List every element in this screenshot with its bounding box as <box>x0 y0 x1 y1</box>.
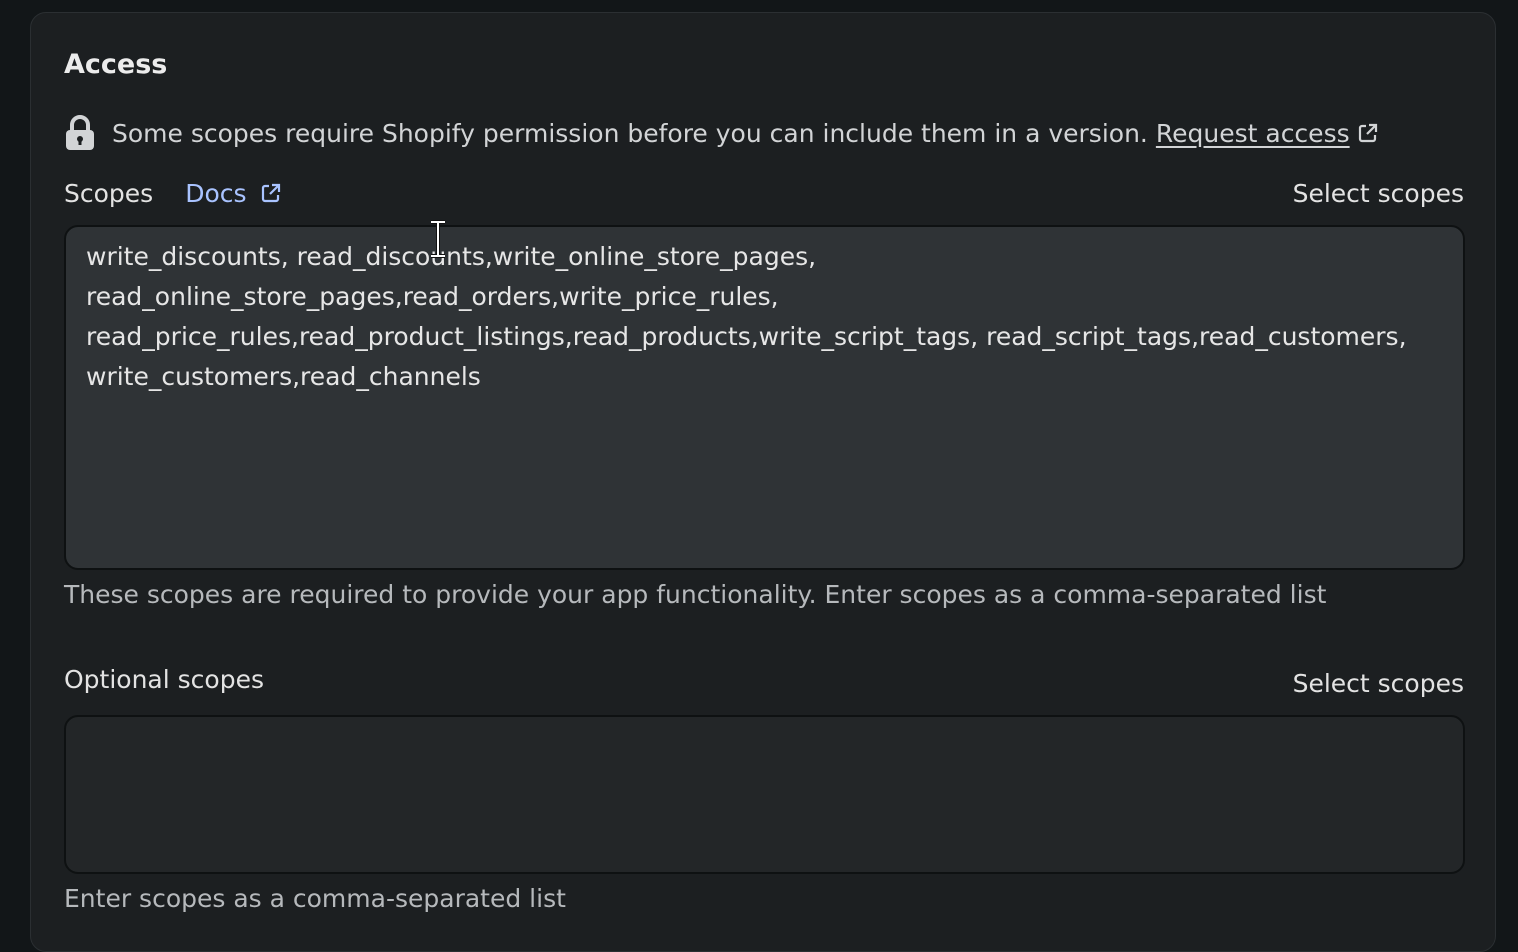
select-scopes-button[interactable]: Select scopes <box>1293 179 1464 208</box>
resize-handle[interactable] <box>1447 856 1459 868</box>
notice-text: Some scopes require Shopify permission b… <box>112 118 1148 148</box>
permission-notice: Some scopes require Shopify permission b… <box>64 113 1380 153</box>
optional-scopes-label-row: Optional scopes Select scopes <box>64 661 1464 698</box>
section-title: Access <box>64 49 168 80</box>
scopes-label-row: Scopes Docs Select scopes <box>64 175 1464 211</box>
scopes-help-text: These scopes are required to provide you… <box>64 580 1327 609</box>
optional-scopes-textarea[interactable] <box>64 715 1465 874</box>
external-link-icon <box>259 181 283 205</box>
scopes-textarea[interactable]: write_discounts, read_discounts,write_on… <box>64 225 1465 570</box>
request-access-label: Request access <box>1155 118 1350 148</box>
resize-handle[interactable] <box>1447 552 1459 564</box>
select-optional-scopes-button[interactable]: Select scopes <box>1293 669 1464 698</box>
scopes-label: Scopes <box>64 178 154 208</box>
access-card: Access Some scopes require Shopify permi… <box>30 12 1496 952</box>
docs-link[interactable]: Docs <box>185 179 282 208</box>
docs-label: Docs <box>185 178 247 208</box>
external-link-icon <box>1356 121 1380 145</box>
optional-scopes-label: Optional scopes <box>64 664 264 694</box>
optional-scopes-help-text: Enter scopes as a comma-separated list <box>64 884 566 913</box>
lock-icon <box>64 115 96 151</box>
request-access-link[interactable]: Request access <box>1156 119 1380 148</box>
text-cursor-icon <box>427 220 449 258</box>
scopes-value: write_discounts, read_discounts,write_on… <box>86 242 1407 391</box>
